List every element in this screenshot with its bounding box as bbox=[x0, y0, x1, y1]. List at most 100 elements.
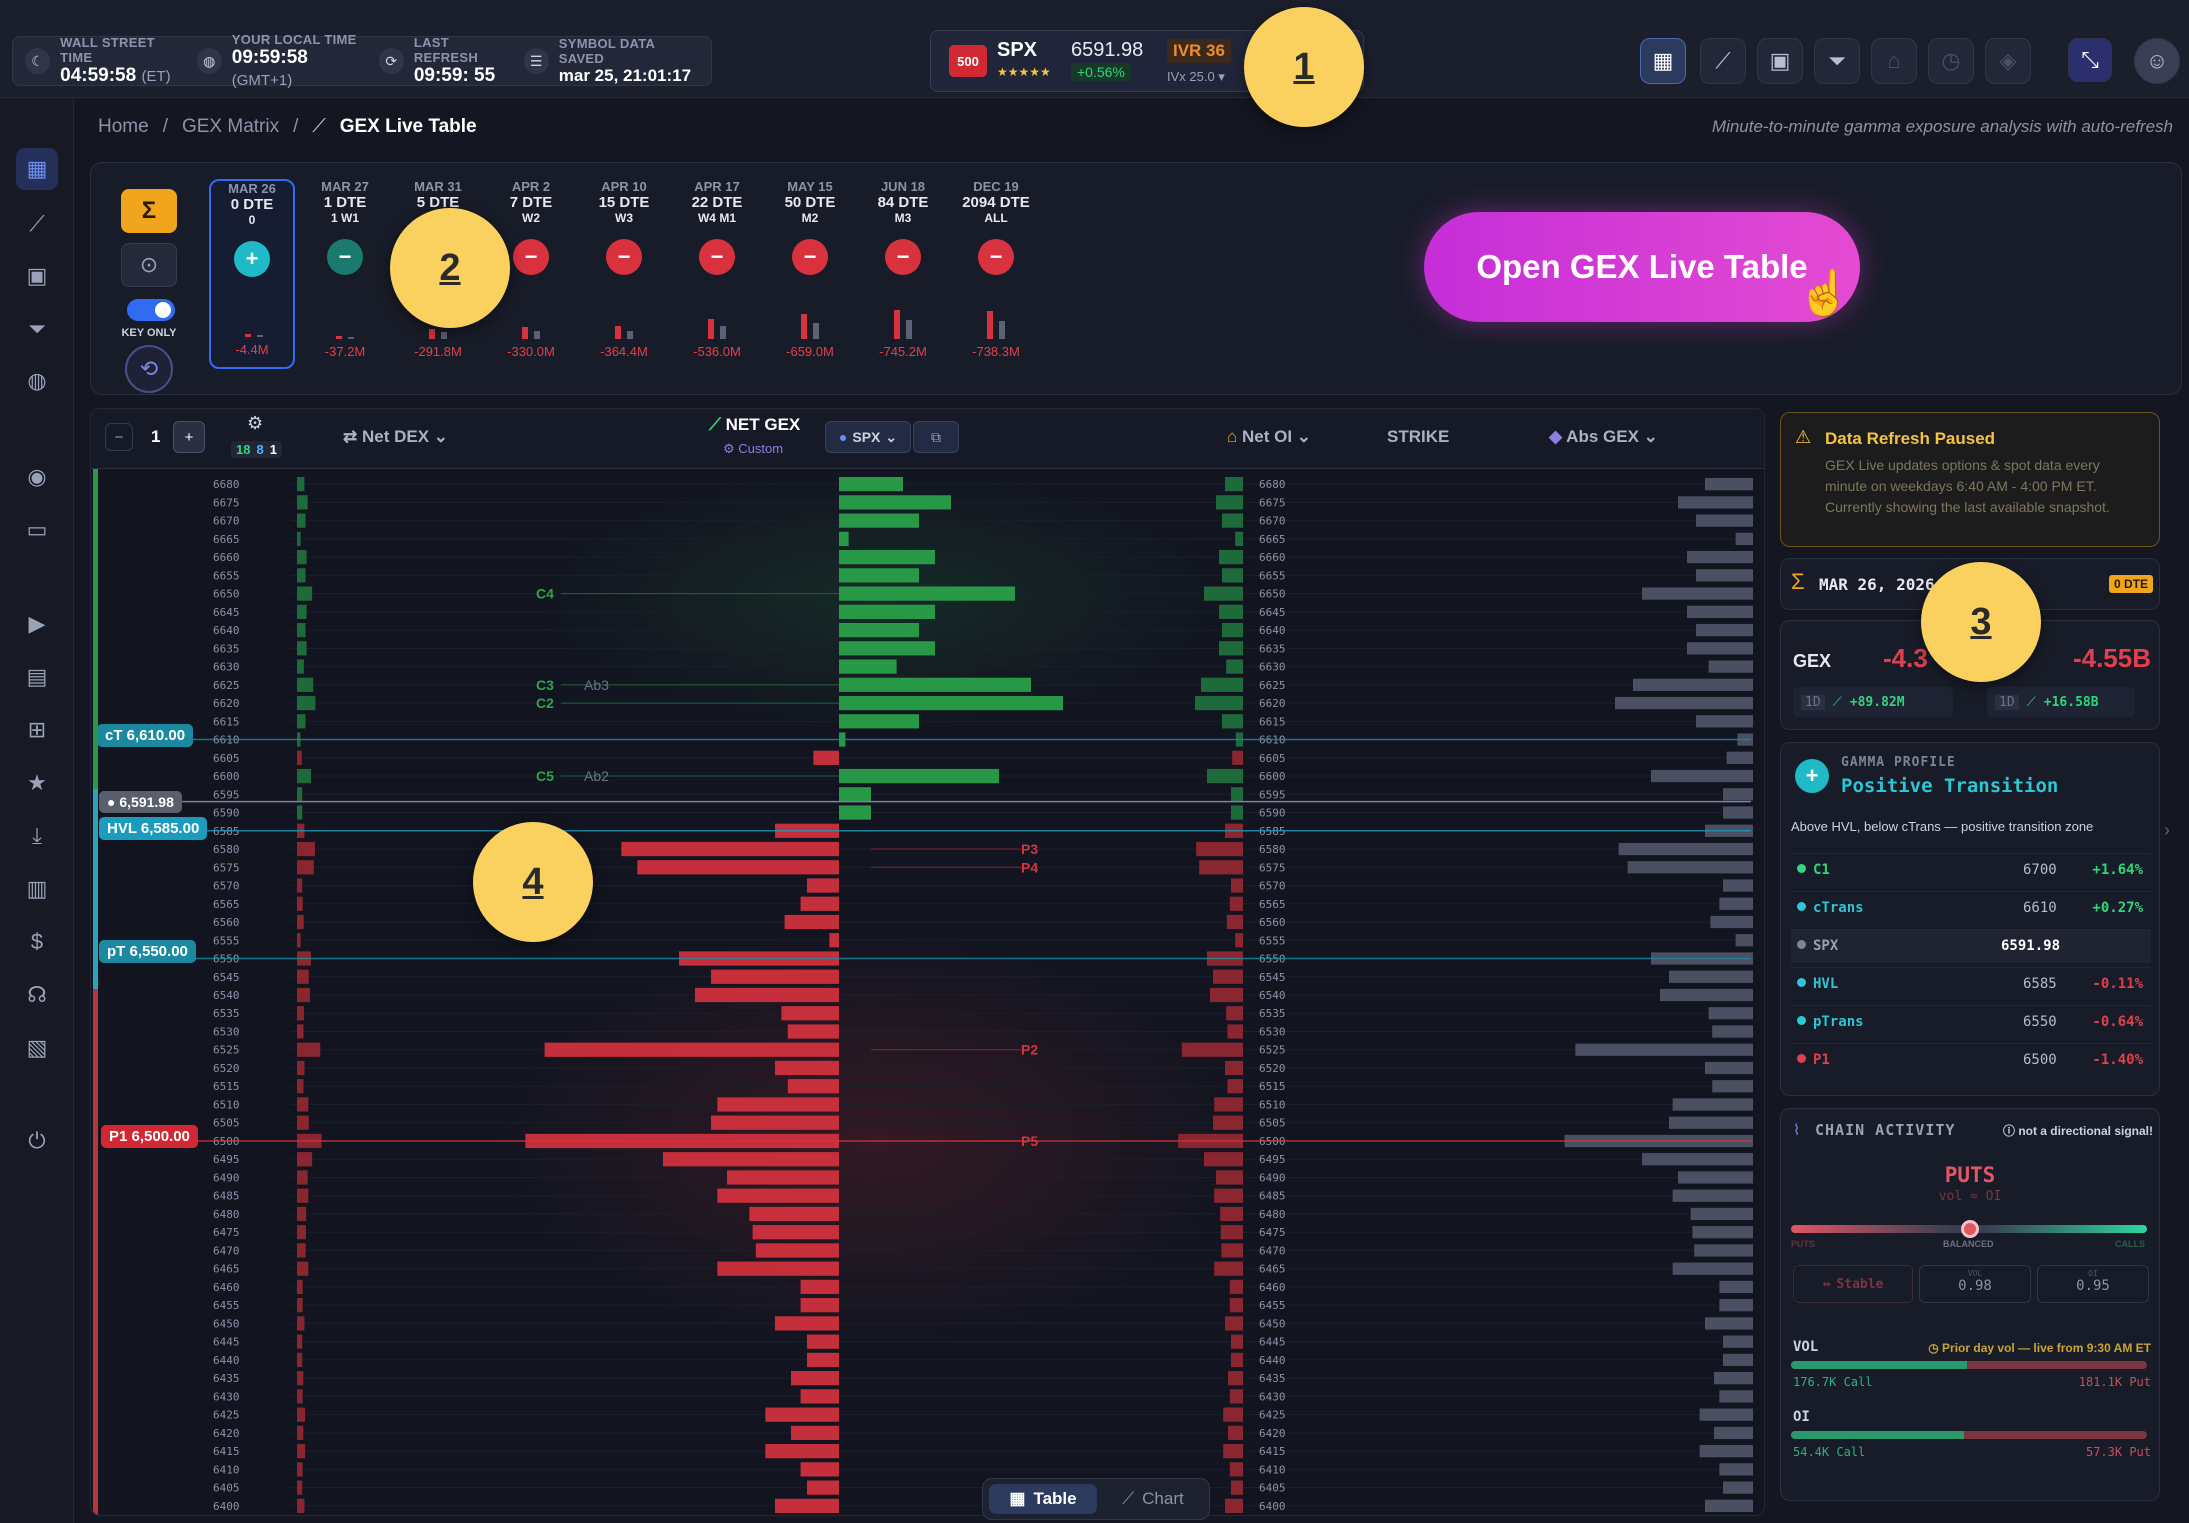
net-dex-bar bbox=[297, 1498, 305, 1513]
sidebar-item-gift[interactable]: ⊞ bbox=[16, 709, 58, 751]
net-oi-bar bbox=[1231, 878, 1243, 893]
symbol-select[interactable]: ● SPX ⌄ bbox=[825, 421, 911, 453]
net-oi-bar bbox=[1214, 1097, 1243, 1112]
expiry-7[interactable]: JUN 18 84 DTE M3 − -745.2M bbox=[860, 179, 946, 369]
net-dex-bar bbox=[297, 805, 303, 820]
chart-view-tab[interactable]: ⟋ Chart bbox=[1103, 1484, 1203, 1514]
abs-gex-column[interactable]: ◆ Abs GEX ⌄ bbox=[1549, 427, 1658, 447]
filter-button[interactable]: ⏷ bbox=[1814, 38, 1860, 84]
gear-icon: ⚙ bbox=[723, 441, 735, 456]
history-button[interactable]: ◷ bbox=[1928, 38, 1974, 84]
settings-icon[interactable]: ⚙ bbox=[247, 413, 263, 434]
table-view-tab[interactable]: ▦ Table bbox=[989, 1484, 1097, 1514]
layout-options-button[interactable]: ⧉ bbox=[913, 421, 959, 453]
sentiment-gauge-marker[interactable] bbox=[1961, 1220, 1979, 1238]
breadcrumb-gex-matrix[interactable]: GEX Matrix bbox=[182, 116, 279, 138]
sidebar-item-favorites[interactable]: ★ bbox=[16, 762, 58, 804]
user-avatar[interactable]: ☺ bbox=[2134, 38, 2180, 84]
expiry-dte: 84 DTE bbox=[877, 194, 929, 211]
abs-gex-bar bbox=[1575, 1043, 1753, 1056]
expiry-gex-value: -291.8M bbox=[414, 344, 462, 359]
gex-change-1d[interactable]: 1D ⟋ +89.82M bbox=[1793, 687, 1953, 717]
ivr-badge: IVR 36 bbox=[1167, 39, 1231, 63]
zoom-out-button[interactable]: − bbox=[105, 423, 133, 451]
strike-label-left: 6540 bbox=[213, 989, 240, 1002]
sidebar-item-logout[interactable]: ⏻ bbox=[16, 1120, 58, 1162]
expiry-toggle-icon[interactable]: − bbox=[792, 239, 828, 275]
abs-gex-bar bbox=[1723, 879, 1753, 892]
apps-icon: ▣ bbox=[26, 263, 48, 288]
sidebar-item-book[interactable]: ▥ bbox=[16, 868, 58, 910]
sidebar-item-news[interactable]: ▧ bbox=[16, 1027, 58, 1069]
bank-button[interactable]: ⌂ bbox=[1871, 38, 1917, 84]
dashboard-button[interactable]: ▣ bbox=[1757, 38, 1803, 84]
custom-mode[interactable]: ⚙ Custom bbox=[723, 441, 783, 457]
sum-toggle[interactable]: Σ bbox=[121, 189, 177, 233]
sidebar-item-messages[interactable]: ▭ bbox=[16, 509, 58, 551]
net-oi-bar bbox=[1196, 841, 1243, 857]
sidebar-item-globe[interactable]: ◍ bbox=[16, 360, 58, 402]
sidebar-item-table[interactable]: ▦ bbox=[16, 148, 58, 190]
zoom-in-button[interactable]: + bbox=[173, 421, 205, 453]
expiry-1[interactable]: MAR 27 1 DTE 1 W1 − -37.2M bbox=[302, 179, 388, 369]
abs-gex-bar bbox=[1699, 1408, 1753, 1421]
net-gex-bar bbox=[791, 1425, 839, 1441]
expiry-toggle-icon[interactable]: − bbox=[606, 239, 642, 275]
strike-label: 6615 bbox=[1259, 715, 1286, 728]
key-only-switch[interactable] bbox=[127, 299, 175, 321]
level-pct: +1.64% bbox=[2092, 862, 2143, 878]
table-tab-label: Table bbox=[1033, 1489, 1077, 1508]
sidebar-item-video[interactable]: ▶ bbox=[16, 603, 58, 645]
abs-gex-bar bbox=[1719, 1280, 1753, 1294]
expiry-4[interactable]: APR 10 15 DTE W3 − -364.4M bbox=[581, 179, 667, 369]
strike-label: 6640 bbox=[1259, 624, 1286, 637]
sidebar-item-profile[interactable]: ◉ bbox=[16, 456, 58, 498]
sidebar-item-docs[interactable]: ▤ bbox=[16, 656, 58, 698]
sidebar-item-billing[interactable]: $ bbox=[16, 921, 58, 963]
target-button[interactable]: ◈ bbox=[1985, 38, 2031, 84]
chart-view-button[interactable]: ⟋ bbox=[1700, 38, 1746, 84]
expand-panel-chevron-icon[interactable]: › bbox=[2164, 820, 2170, 841]
breadcrumb-home[interactable]: Home bbox=[98, 116, 149, 138]
expiry-toggle-icon[interactable]: − bbox=[513, 239, 549, 275]
expiry-5[interactable]: APR 17 22 DTE W4 M1 − -536.0M bbox=[674, 179, 760, 369]
sidebar-item-filter[interactable]: ⏷ bbox=[16, 308, 58, 350]
net-gex-bar bbox=[800, 1389, 839, 1404]
sidebar-item-support[interactable]: ☊ bbox=[16, 974, 58, 1016]
gex-total-change-1d[interactable]: 1D ⟋ +16.58B bbox=[1987, 687, 2135, 717]
sidebar-item-apps[interactable]: ▣ bbox=[16, 255, 58, 297]
net-oi-bar bbox=[1223, 1407, 1243, 1422]
net-gex-column[interactable]: ⟋ NET GEX bbox=[709, 415, 800, 435]
collapse-button[interactable]: ⤡ bbox=[2068, 38, 2112, 82]
sidebar-item-chart[interactable]: ⟋ bbox=[16, 203, 58, 245]
strike-label: 6630 bbox=[1259, 661, 1286, 674]
net-dex-bar bbox=[297, 1316, 305, 1331]
expiry-toggle-icon[interactable]: − bbox=[327, 239, 363, 275]
expiry-6[interactable]: MAY 15 50 DTE M2 − -659.0M bbox=[767, 179, 853, 369]
expiry-dte: 1 DTE bbox=[323, 194, 367, 211]
strike-label: 6440 bbox=[1259, 1354, 1286, 1367]
expiry-toggle-icon[interactable]: − bbox=[699, 239, 735, 275]
single-toggle[interactable]: ⊙ bbox=[121, 243, 177, 287]
table-view-button[interactable]: ▦ bbox=[1640, 38, 1686, 84]
vol-call-fill bbox=[1791, 1361, 1967, 1369]
expiry-0[interactable]: MAR 26 0 DTE 0 + -4.4M bbox=[209, 179, 295, 369]
strike-label: 6445 bbox=[1259, 1336, 1286, 1349]
net-oi-bar bbox=[1204, 1152, 1243, 1167]
net-oi-bar bbox=[1222, 622, 1243, 638]
expiry-tag: W3 bbox=[615, 211, 633, 225]
expiry-date: MAR 26 bbox=[228, 181, 276, 196]
expiry-toggle-icon[interactable]: − bbox=[978, 239, 1014, 275]
net-gex-bar bbox=[829, 933, 839, 948]
refresh-icon[interactable]: ⟳ bbox=[378, 48, 404, 74]
open-gex-live-table-button[interactable]: Open GEX Live Table bbox=[1424, 212, 1860, 322]
expiry-toggle-icon[interactable]: − bbox=[885, 239, 921, 275]
net-dex-column[interactable]: ⇄ Net DEX ⌄ bbox=[343, 427, 448, 447]
sync-button[interactable]: ⟲ bbox=[125, 345, 173, 393]
expiry-toggle-icon[interactable]: + bbox=[234, 241, 270, 277]
net-oi-column[interactable]: ⌂ Net OI ⌄ bbox=[1227, 427, 1311, 447]
sidebar-item-download[interactable]: ⤓ bbox=[16, 815, 58, 857]
last-refresh-value: 09:59: 55 bbox=[413, 65, 496, 86]
expiry-8[interactable]: DEC 19 2094 DTE ALL − -738.3M bbox=[953, 179, 1039, 369]
net-gex-bar bbox=[663, 1152, 839, 1167]
